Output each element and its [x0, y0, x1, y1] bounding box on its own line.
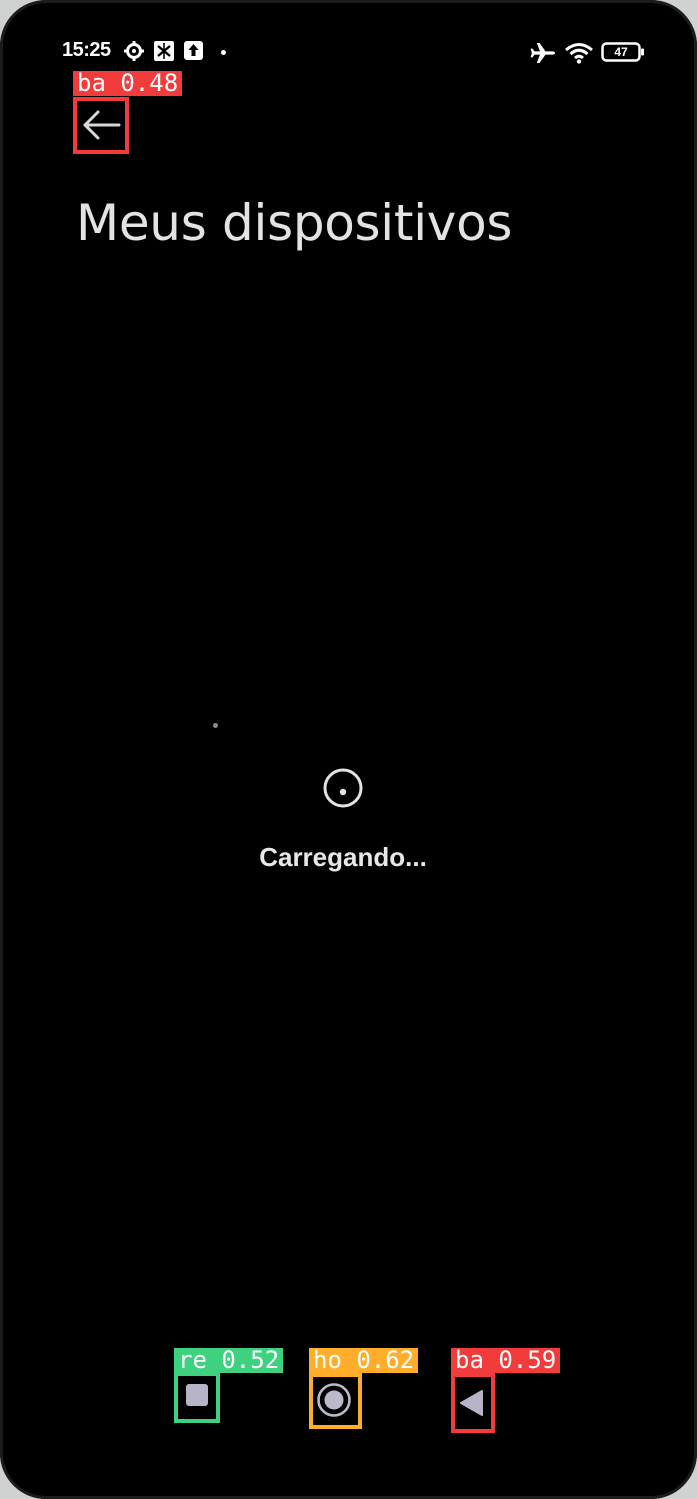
detection-label-recents: re 0.52 — [174, 1348, 284, 1373]
battery-level: 47 — [614, 45, 628, 59]
detection-box-home — [309, 1373, 362, 1429]
detection-label-home: ho 0.62 — [309, 1348, 419, 1373]
airplane-mode-icon — [530, 43, 555, 63]
settings-gear-icon — [124, 41, 144, 61]
detection-label-back-top: ba 0.48 — [73, 71, 183, 96]
wifi-icon — [565, 43, 593, 64]
battery-icon: 47 — [601, 42, 644, 62]
status-bar: 15:25 47 — [0, 36, 697, 70]
page-title: Meus dispositivos — [76, 194, 513, 252]
detection-box-back-nav — [451, 1373, 495, 1433]
sync-icon — [154, 41, 174, 61]
loading-text: Carregando... — [259, 842, 427, 872]
loading-dot — [213, 723, 218, 728]
loading-spinner-icon — [323, 768, 363, 808]
dot-icon — [221, 50, 226, 55]
detection-label-back-nav: ba 0.59 — [451, 1348, 561, 1373]
upload-notification-icon — [184, 41, 203, 60]
detection-box-back-top — [73, 97, 129, 154]
status-time: 15:25 — [62, 39, 111, 61]
phone-screen: 15:25 47 Meus dispositivos Carregando...… — [0, 0, 697, 1499]
detection-box-recents — [174, 1372, 220, 1423]
